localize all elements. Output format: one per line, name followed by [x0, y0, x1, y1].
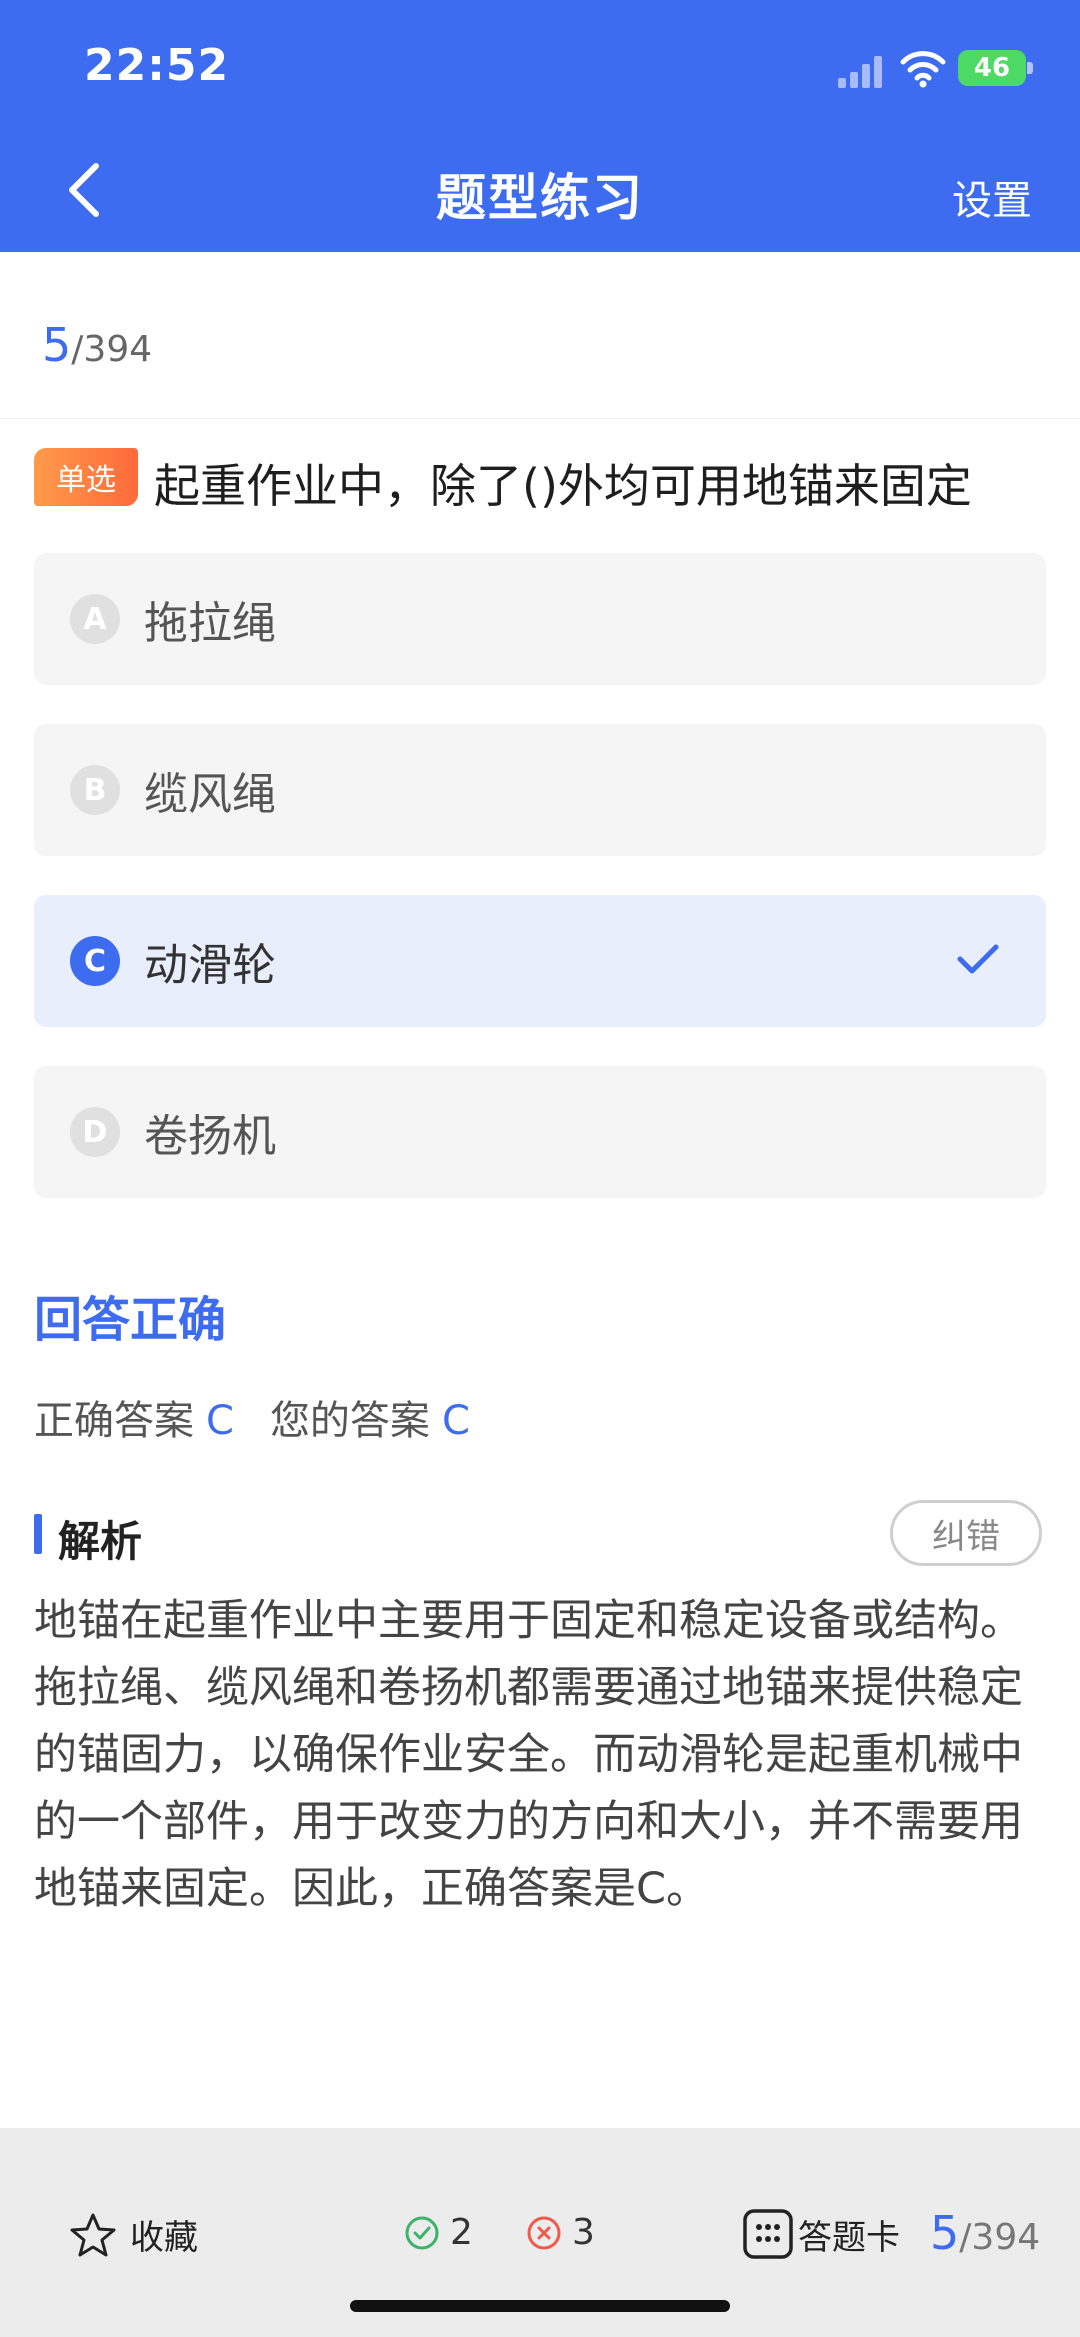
section-accent-bar — [34, 1514, 42, 1554]
wrong-count-value: 3 — [572, 2212, 595, 2253]
answer-result: 回答正确 — [34, 1292, 227, 1348]
your-answer-label: 您的答案 — [269, 1398, 430, 1444]
wifi-icon — [900, 51, 946, 88]
star-icon — [70, 2213, 116, 2256]
counter-current: 5 — [42, 318, 72, 372]
correct-answer-label: 正确答案 — [34, 1398, 194, 1444]
option-a[interactable]: A 拖拉绳 — [34, 553, 1046, 685]
battery-level: 46 — [973, 53, 1011, 83]
option-text: 动滑轮 — [144, 940, 276, 991]
cellular-signal-icon — [838, 54, 888, 88]
answer-card-button[interactable]: 答题卡 — [742, 2208, 900, 2260]
x-circle-icon — [527, 2216, 561, 2249]
question-type-badge: 单选 — [34, 448, 138, 506]
bottom-counter-total: /394 — [959, 2217, 1041, 2258]
option-letter: C — [70, 936, 120, 986]
status-time: 22:52 — [84, 40, 230, 91]
wrong-count: 3 — [526, 2212, 595, 2253]
analysis-title: 解析 — [58, 1517, 143, 1566]
bottom-counter: 5/394 — [930, 2206, 1040, 2260]
check-circle-icon — [405, 2216, 439, 2249]
analysis-text: 地锚在起重作业中主要用于固定和稳定设备或结构。拖拉绳、缆风绳和卷扬机都需要通过地… — [34, 1596, 1023, 1914]
option-text: 卷扬机 — [144, 1111, 276, 1162]
option-letter: D — [70, 1107, 120, 1157]
counter-total: /394 — [71, 329, 153, 370]
divider — [0, 418, 1080, 419]
home-indicator[interactable] — [350, 2300, 730, 2312]
favorite-button[interactable]: 收藏 — [70, 2210, 198, 2259]
answer-card-label: 答题卡 — [798, 2217, 900, 2258]
correct-count: 2 — [404, 2212, 473, 2253]
battery-icon: 46 — [958, 50, 1026, 86]
option-text: 缆风绳 — [144, 769, 276, 820]
report-error-button[interactable]: 纠错 — [890, 1500, 1042, 1566]
option-text: 拖拉绳 — [144, 598, 276, 649]
option-d[interactable]: D 卷扬机 — [34, 1066, 1046, 1198]
header-bar: 22:52 46 题型练习 设置 — [0, 0, 1080, 252]
checkmark-icon — [957, 944, 999, 974]
correct-count-value: 2 — [450, 2212, 473, 2253]
option-letter: B — [70, 765, 120, 815]
answer-summary: 正确答案 C 您的答案 C — [34, 1388, 470, 1446]
grid-icon — [743, 2209, 793, 2259]
question-counter: 5/394 — [42, 318, 152, 372]
your-answer-value: C — [441, 1398, 470, 1444]
page-title: 题型练习 — [436, 169, 644, 227]
battery-tip — [1027, 62, 1033, 74]
favorite-label: 收藏 — [130, 2218, 198, 2258]
correct-answer-value: C — [206, 1398, 234, 1444]
option-letter: A — [70, 594, 120, 644]
settings-button[interactable]: 设置 — [952, 168, 1032, 226]
question-text: 起重作业中，除了()外均可用地锚来固定 — [154, 459, 972, 513]
option-c[interactable]: C 动滑轮 — [34, 895, 1046, 1027]
option-b[interactable]: B 缆风绳 — [34, 724, 1046, 856]
bottom-counter-current: 5 — [930, 2206, 960, 2260]
